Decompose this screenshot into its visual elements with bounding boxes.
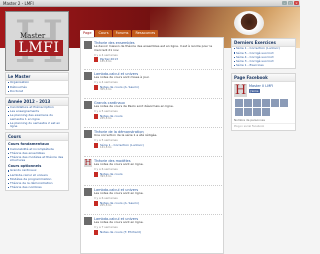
block-exercises: Derniers Exercices Série 1 - Correction … [231,38,296,69]
fan-avatar[interactable] [252,108,261,117]
author-avatar[interactable] [84,41,92,49]
main-tabs: Page Cours Forums Ressources [80,30,159,37]
author-avatar[interactable] [84,72,92,80]
fan-avatar[interactable] [261,108,270,117]
author-avatar[interactable] [84,217,92,225]
attachment-size: 245,8 Ko [100,117,112,120]
attachment-size: 393,8 Ko [100,175,112,178]
attachment[interactable]: Notes de cours (A. Saurin) 305,8 Ko [94,85,154,91]
post-time: Il y a 7 semaines [94,225,118,229]
feed-post: Lambda-calcul et univers Les notes de co… [84,217,222,241]
pdf-icon [94,230,98,235]
tab-ressources[interactable]: Ressources [132,30,159,37]
maximize-icon[interactable]: □ [288,1,293,5]
pdf-icon [94,57,98,62]
post-time: Il y a 4 semaines [94,80,118,84]
divider [84,127,222,128]
coffee-cup-image [234,11,264,35]
block-annee: Année 2012 - 2013 Candidature et Préinsc… [5,96,69,131]
window-title: Master 2 - LMFI [3,1,34,6]
divider [84,69,222,70]
facebook-like-button[interactable]: J'aime [249,88,260,93]
divider [84,98,222,99]
block-title: Cours [6,133,68,142]
activity-feed: Théorie des ensembles Le devoir maison d… [80,37,224,254]
fan-avatar[interactable] [243,108,252,117]
fan-avatar[interactable] [252,99,261,108]
post-time: Il y a 6 semaines [94,196,118,200]
attachment[interactable]: Notes de cours 393,8 Ko [94,172,154,178]
block-facebook: Page Facebook Master II LMFI J'aime Nomb… [231,72,296,131]
fan-avatar[interactable] [261,99,270,108]
author-avatar[interactable] [84,130,92,138]
fan-avatar[interactable] [234,108,243,117]
feed-post: Lambda-calcul et univers Les notes de co… [84,72,222,96]
sidebar-link[interactable]: Théorie des nombres [6,185,68,190]
post-time: Il y a 5 semaines [94,109,118,113]
logo-top-text: Master [20,32,46,40]
block-cours: Cours Cours fondamentaux Calculabilité e… [5,132,69,192]
feed-post: Théorie des modèles Les notes de cours s… [84,159,222,183]
post-time: Il y a 6 semaines [94,167,118,171]
pdf-icon [94,143,98,148]
left-sidebar: Le Master Organisation Débouchés Doctora… [5,72,69,193]
exercise-link[interactable]: Série 1 - Exercices [232,63,295,68]
author-avatar[interactable] [84,101,92,109]
block-master: Le Master Organisation Débouchés Doctora… [5,72,69,95]
post-text: Le devoir maison de théorie des ensemble… [94,44,213,52]
tab-page[interactable]: Page [80,30,95,37]
facebook-faces [232,99,295,117]
attachment-name: Notes de cours (T. Ehrhard) [100,230,141,234]
author-avatar[interactable] [84,159,92,167]
site-logo[interactable]: H Master LMFI [5,11,69,71]
facebook-plugin-label[interactable]: Plug-in social Facebook [232,122,295,130]
attachment-size: 141,8 Ko [100,146,112,149]
attachment[interactable]: Notes de cours 245,8 Ko [94,114,154,120]
fan-avatar[interactable] [234,99,243,108]
attachment[interactable]: Partiel 2013 185,8 Ko [94,57,154,63]
tab-cours[interactable]: Cours [95,30,112,37]
attachment[interactable]: Série 1 - Correction (Ludovic) 141,8 Ko [94,143,154,149]
pdf-icon [94,114,98,119]
attachment[interactable]: Notes de cours (T. Ehrhard) [94,230,154,236]
attachment-size: 185,8 Ko [100,60,112,63]
attachment-size: 205,8 Ko [100,204,112,207]
attachment[interactable]: Notes de cours (A. Saurin) 205,8 Ko [94,201,154,207]
pdf-icon [94,201,98,206]
pdf-icon [94,85,98,90]
logo-bottom-text: LMFI [15,40,63,56]
divider [84,156,222,157]
sidebar-link[interactable]: Théorie des modèles et théorie des struc… [6,155,68,164]
facebook-page-name[interactable]: Master II LMFI [249,84,273,88]
sidebar-link[interactable]: Le planning du semestre 2 est en ligne [6,121,68,130]
attachment-size: 305,8 Ko [100,88,112,91]
fan-avatar[interactable] [279,99,288,108]
right-sidebar: Derniers Exercices Série 1 - Correction … [231,38,296,135]
facebook-page-logo[interactable] [234,83,247,97]
fan-avatar[interactable] [243,99,252,108]
close-icon[interactable]: × [294,1,299,5]
post-time: Il y a 5 semaines [94,138,118,142]
window-title-bar: Master 2 - LMFI – □ × [0,0,300,7]
block-title: Page Facebook [232,73,295,82]
divider [84,185,222,186]
feed-post: Grands cardinaux Les notes de cours de P… [84,101,222,125]
feed-post: Théorie de la démonstration Une correcti… [84,130,222,154]
fan-avatar[interactable] [270,99,279,108]
minimize-icon[interactable]: – [282,1,287,5]
pdf-icon [94,172,98,177]
feed-post: Lambda-calcul et univers Les notes de co… [84,188,222,212]
divider [84,214,222,215]
facebook-info: Master II LMFI J'aime [249,84,273,97]
facebook-header: Master II LMFI J'aime [232,82,295,99]
feed-post: Théorie des ensembles Le devoir maison d… [84,41,222,67]
tab-forums[interactable]: Forums [112,30,132,37]
author-avatar[interactable] [84,188,92,196]
sidebar-link[interactable]: Doctorat [6,89,68,93]
